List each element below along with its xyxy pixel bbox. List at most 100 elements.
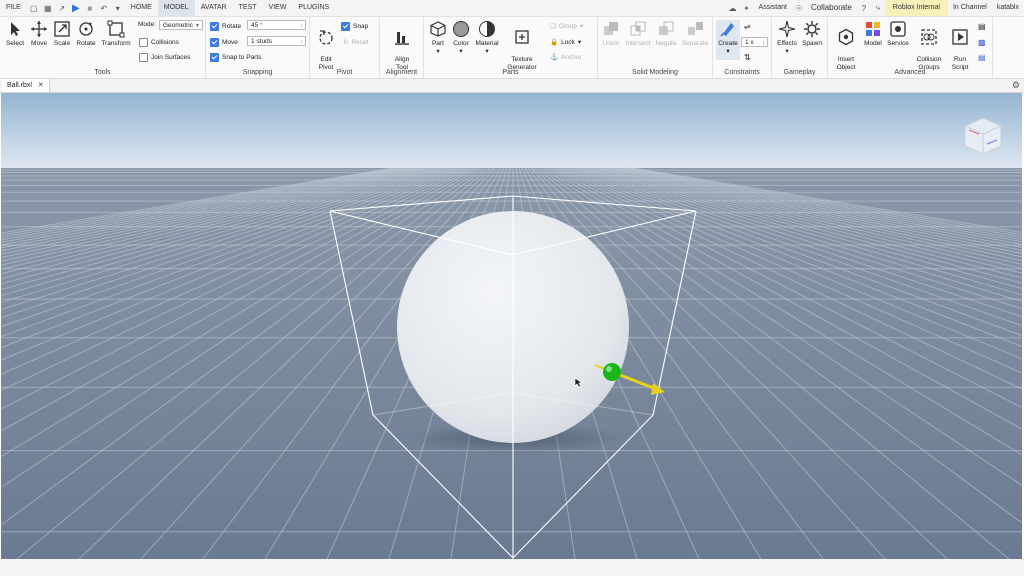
- advanced-group: Insert Object Model Service Collision Gr…: [828, 17, 993, 78]
- insert-object-button[interactable]: Insert Object: [831, 20, 861, 72]
- new-file-icon[interactable]: ▢: [27, 0, 41, 16]
- move-tool[interactable]: Move: [28, 20, 50, 48]
- constraint-pen-icon: [720, 23, 734, 37]
- document-tab-strip: Ball.rbxl ✕ ⚙: [0, 79, 1024, 93]
- rotate-snap-field[interactable]: 45 ° ↕: [247, 20, 306, 30]
- help-icon[interactable]: ?: [857, 0, 871, 16]
- tab-home[interactable]: HOME: [125, 0, 158, 16]
- tools-group-label: Tools: [94, 69, 111, 76]
- chevron-down-icon: ▾: [785, 48, 789, 55]
- stop-icon[interactable]: ■: [83, 0, 97, 16]
- negate-button[interactable]: Negate: [654, 20, 678, 48]
- group-icon: ❏: [550, 23, 556, 30]
- join-surfaces-checkbox[interactable]: Join Surfaces: [139, 53, 190, 62]
- color-button[interactable]: Color ▾: [450, 20, 472, 56]
- lock-button[interactable]: 🔒 Lock ▾: [550, 38, 581, 47]
- intersect-icon: [630, 21, 646, 36]
- rotate-tool[interactable]: Rotate: [74, 20, 98, 48]
- snap-to-parts-checkbox[interactable]: Snap to Parts: [210, 53, 261, 62]
- bottom-bar: [0, 559, 1024, 576]
- color-swatch-icon: [453, 21, 469, 37]
- rotate-snap-checkbox[interactable]: Rotate: [210, 22, 241, 31]
- pivot-group: Edit Pivot Snap ↻ Reset Pivot: [310, 17, 380, 78]
- constraint-scale-field[interactable]: 1 x ↕: [741, 37, 768, 47]
- stepper-icon: ↕: [300, 23, 304, 29]
- model-button[interactable]: Model: [862, 20, 884, 48]
- union-button[interactable]: Union: [599, 20, 623, 48]
- lock-icon: 🔒: [550, 39, 559, 46]
- group-button[interactable]: ❏ Group ▾: [550, 22, 583, 31]
- cube-icon: [430, 21, 446, 37]
- view-cube-icon[interactable]: [964, 117, 1002, 155]
- constraint-details-icon[interactable]: ⇌: [744, 22, 751, 31]
- mode-select[interactable]: Geometric ▼: [159, 20, 203, 30]
- checkbox-icon: [139, 38, 148, 47]
- script-icon[interactable]: ▤: [978, 22, 986, 31]
- local-script-icon[interactable]: ▤: [978, 53, 986, 62]
- anchor-button[interactable]: ⚓ Anchor: [550, 53, 582, 62]
- module-icon[interactable]: ▩: [978, 38, 986, 47]
- spawn-gear-icon: [804, 21, 820, 37]
- 3d-viewport[interactable]: [1, 93, 1022, 559]
- weld-icon[interactable]: ⇅: [744, 53, 751, 62]
- file-menu[interactable]: FILE: [0, 0, 27, 16]
- align-tool-button[interactable]: Align Tool: [386, 20, 418, 72]
- tab-model[interactable]: MODEL: [157, 0, 195, 16]
- undo-icon[interactable]: ↶: [97, 0, 111, 16]
- intersect-button[interactable]: Intersect: [624, 20, 652, 48]
- separate-button[interactable]: Separate: [680, 20, 710, 48]
- sparkle-icon: [778, 20, 796, 38]
- pivot-snap-checkbox[interactable]: Snap: [341, 22, 368, 31]
- edit-pivot-button[interactable]: Edit Pivot: [313, 20, 339, 72]
- cloud-icon[interactable]: ☁: [726, 0, 740, 16]
- checkbox-checked-icon: [341, 22, 350, 31]
- transform-tool[interactable]: Transform: [99, 20, 133, 48]
- pivot-reset-button[interactable]: ↻ Reset: [343, 38, 368, 47]
- tab-avatar[interactable]: AVATAR: [195, 0, 233, 16]
- scale-tool[interactable]: Scale: [51, 20, 73, 48]
- document-tab[interactable]: Ball.rbxl ✕: [2, 79, 50, 92]
- play-icon[interactable]: ▶: [69, 0, 83, 16]
- assistant-button[interactable]: Assistant: [754, 0, 792, 16]
- close-icon[interactable]: ✕: [38, 79, 44, 92]
- collision-groups-button[interactable]: Collision Groups: [912, 20, 946, 72]
- scene-canvas[interactable]: [1, 93, 1022, 559]
- share-icon[interactable]: ⤷: [871, 0, 885, 16]
- gameplay-group-label: Gameplay: [783, 69, 816, 76]
- user-menu[interactable]: katablx: [992, 0, 1024, 16]
- spawn-button[interactable]: Spawn: [800, 20, 824, 48]
- chevron-down-icon: ▾: [436, 48, 440, 55]
- internal-badge: Roblox Internal: [884, 0, 948, 16]
- parts-group-label: Parts: [502, 69, 519, 76]
- tab-test[interactable]: TEST: [233, 0, 263, 16]
- effects-button[interactable]: Effects ▾: [774, 20, 800, 56]
- select-tool[interactable]: Select: [4, 20, 26, 48]
- solid-modeling-group-label: Solid Modeling: [632, 69, 678, 76]
- parts-group: Part ▾ Color ▾ Material ▾ Texture Generator…: [424, 17, 598, 78]
- collaborate-icon[interactable]: ☉: [792, 0, 806, 16]
- save-icon[interactable]: ▦: [41, 0, 55, 16]
- run-script-button[interactable]: Run Script: [948, 20, 972, 72]
- collaborate-button[interactable]: Collaborate: [806, 0, 857, 16]
- gear-icon[interactable]: ⚙: [1012, 80, 1020, 91]
- publish-icon[interactable]: ↗: [55, 0, 69, 16]
- cursor-icon: [11, 22, 20, 36]
- part-button[interactable]: Part ▾: [427, 20, 449, 56]
- move-snap-checkbox[interactable]: Move: [210, 38, 238, 47]
- service-button[interactable]: Service: [885, 20, 911, 48]
- chevron-down-icon: ▼: [195, 23, 200, 29]
- create-constraint-button[interactable]: Create ▾: [716, 20, 740, 56]
- dropdown-icon[interactable]: ▾: [111, 0, 125, 16]
- material-button[interactable]: Material ▾: [473, 20, 501, 56]
- move-handle-green-sphere[interactable]: [603, 363, 621, 381]
- collisions-checkbox[interactable]: Collisions: [139, 38, 179, 47]
- checkbox-checked-icon: [210, 38, 219, 47]
- assistant-icon[interactable]: ✦: [740, 0, 754, 16]
- model-icon: [866, 22, 880, 36]
- tools-group: Select Move Scale Rotate Transform Mode:…: [0, 17, 206, 78]
- tab-view[interactable]: VIEW: [263, 0, 293, 16]
- tab-plugins[interactable]: PLUGINS: [292, 0, 335, 16]
- move-snap-field[interactable]: 1 studs ↕: [247, 36, 306, 46]
- channel-label[interactable]: In Channel: [948, 0, 992, 16]
- texture-generator-button[interactable]: Texture Generator: [504, 20, 540, 72]
